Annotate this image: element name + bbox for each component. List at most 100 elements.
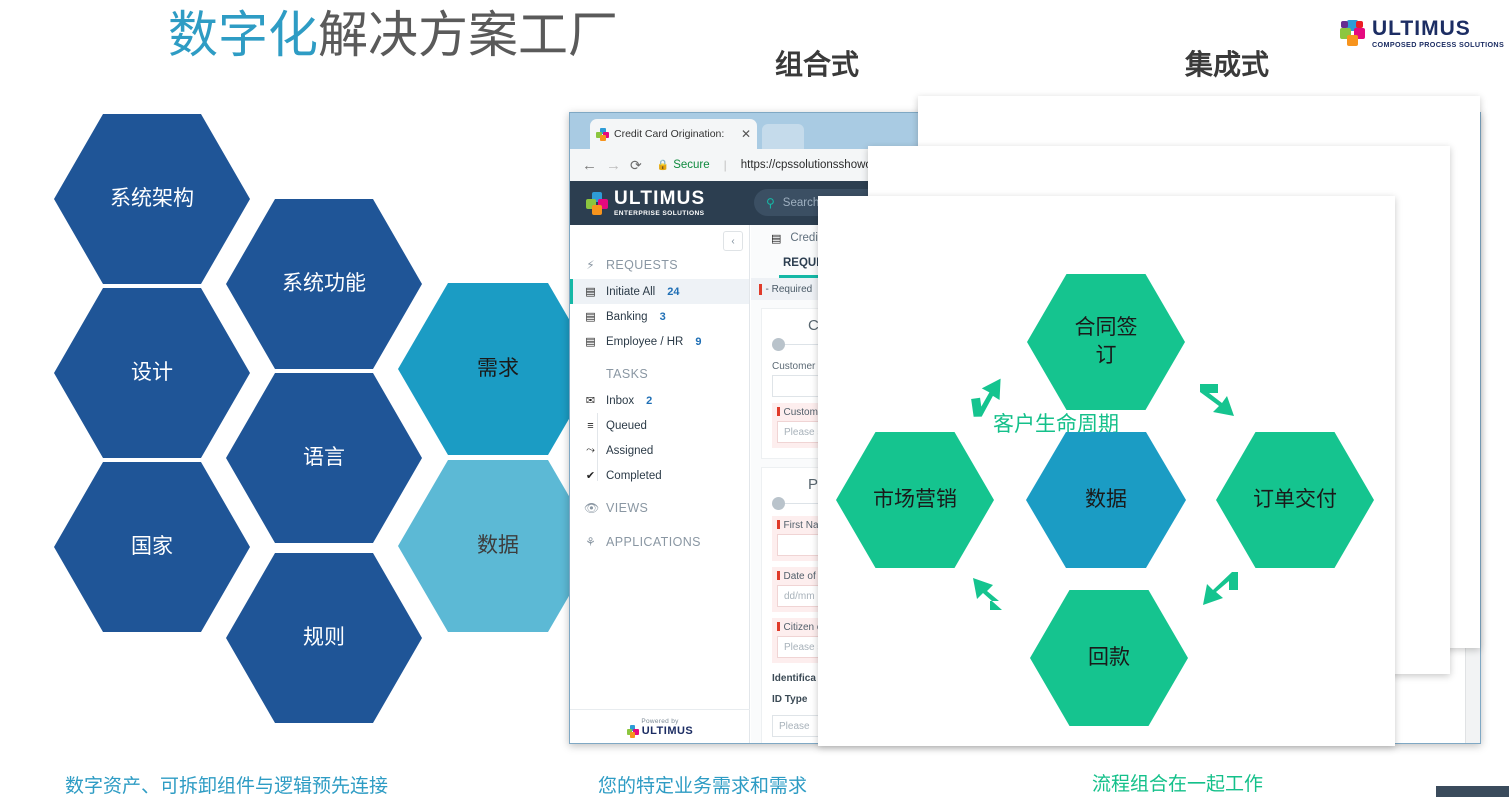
new-tab-button[interactable] [762,124,804,149]
cycle-node-label: 合同签订 [1074,316,1138,367]
collapse-knob-icon [772,497,785,510]
security-label: Secure [673,159,710,171]
required-marker-icon [759,283,762,295]
hex-requirement[interactable]: 需求 [398,283,598,455]
request-icon: ▤ [771,232,782,245]
caption-left: 数字资产、可拆卸组件与逻辑预先连接 [65,776,389,797]
sidebar-item-employee-hr[interactable]: ▤ Employee / HR 9 [570,329,749,354]
cycle-arrow-down-left [1203,572,1238,605]
hex-label: 系统架构 [110,187,194,210]
app-logo: ULTIMUS ENTERPRISE SOLUTIONS [586,189,705,217]
sidebar-item-label: Initiate All [606,285,656,298]
sidebar-collapse-button[interactable]: ‹ [723,231,743,251]
ultimus-cube-icon [626,725,639,738]
close-icon[interactable]: ✕ [741,127,751,141]
assigned-icon: ⤳ [586,444,595,456]
sidebar-section-label: TASKS [606,367,649,381]
sidebar-item-label: Employee / HR [606,335,684,348]
hex-data[interactable]: 数据 [398,460,598,632]
hex-label: 国家 [131,535,173,558]
cycle-arrow-up-right [971,378,1001,417]
bottom-right-accent-bar [1436,786,1509,797]
sidebar-item-label: Inbox [606,394,635,407]
caption-right: 流程组合在一起工作 [1092,774,1264,795]
eye-icon: 👁 [584,501,600,515]
hex-label: 语言 [303,446,345,469]
hex-system-function[interactable]: 系统功能 [226,199,422,369]
cycle-node-label: 回款 [1088,646,1130,669]
cycle-arrow-down-right [1200,384,1234,416]
ultimus-brand-logo: ULTIMUS COMPOSED PROCESS SOLUTIONS [1340,18,1504,48]
field-placeholder: Please s [784,641,823,653]
sidebar-item-count: 24 [667,285,680,298]
footer-brand-name: ULTIMUS [641,725,694,737]
applications-icon: ⚘ [585,535,596,549]
ultimus-cube-icon [1340,20,1366,47]
column-header-composable: 组合式 [775,49,860,80]
sidebar-section-label: REQUESTS [606,258,678,272]
cycle-node-label: 订单交付 [1253,488,1337,511]
forward-icon[interactable]: → [606,157,621,174]
request-icon: ▤ [585,311,596,323]
sidebar-section-applications[interactable]: ⚘ APPLICATIONS [570,528,749,556]
collapse-knob-icon [772,338,785,351]
cycle-node-label: 数据 [1085,488,1127,511]
app-brand-name: ULTIMUS [614,188,706,209]
sidebar-item-count: 2 [646,394,653,407]
required-legend-label: - Required [765,283,813,295]
sidebar-section-requests: ⚡ REQUESTS [570,251,749,279]
app-brand-tagline: ENTERPRISE SOLUTIONS [614,210,705,217]
hex-label: 规则 [303,626,345,649]
security-indicator[interactable]: 🔒 Secure [657,159,710,171]
request-icon: ▤ [585,336,596,348]
sidebar-item-banking[interactable]: ▤ Banking 3 [570,304,749,329]
hex-system-architecture[interactable]: 系统架构 [54,114,250,284]
hex-design[interactable]: 设计 [54,288,250,458]
hex-label: 设计 [131,361,173,384]
favicon-icon [596,127,609,141]
omnibox-separator: | [723,158,727,172]
sidebar-item-label: Queued [606,419,647,432]
sidebar-item-count: 3 [659,310,666,323]
brand-tagline: COMPOSED PROCESS SOLUTIONS [1372,40,1505,49]
page-title-highlight: 数字化 [168,7,318,63]
queued-icon: ≡ [587,419,594,432]
slide-canvas: 数字化解决方案工厂 组合式 集成式 ULTIMUS COMPOSED PROCE… [0,0,1509,797]
inbox-icon: ✉ [585,395,596,407]
powered-by-label: Powered by [641,718,679,725]
hex-language[interactable]: 语言 [226,373,422,543]
sidebar-item-label: Assigned [606,444,654,457]
field-placeholder: Please [779,720,810,732]
browser-tab-title: Credit Card Origination: [614,128,725,140]
cycle-node-label: 市场营销 [873,488,957,511]
cycle-arrow-up-left [973,578,1008,610]
sidebar-divider-rule [597,413,598,481]
sidebar-section-views[interactable]: 👁 VIEWS [570,494,749,522]
sidebar-item-inbox[interactable]: ✉ Inbox 2 [570,388,749,413]
sidebar-item-initiate-all[interactable]: ▤ Initiate All 24 [570,279,749,304]
brand-name: ULTIMUS [1372,17,1471,40]
hex-label: 系统功能 [282,272,366,295]
completed-icon: ✔ [585,470,596,482]
request-icon: ▤ [585,286,596,298]
search-icon: ⚲ [766,195,775,210]
sidebar-item-label: Banking [606,310,648,323]
app-sidebar: ‹ ⚡ REQUESTS ▤ Initiate All 24 ▤ Banking… [570,225,750,743]
bolt-icon: ⚡ [586,258,595,272]
hex-rules[interactable]: 规则 [226,553,422,723]
hex-country[interactable]: 国家 [54,462,250,632]
back-icon[interactable]: ← [582,157,597,174]
hex-label: 需求 [477,357,519,380]
sidebar-section-tasks: TASKS [570,360,749,388]
sidebar-footer: Powered by ULTIMUS [570,709,750,743]
field-placeholder: Please s [784,426,823,438]
column-header-integrated: 集成式 [1185,49,1270,80]
reload-icon[interactable]: ⟳ [630,157,642,174]
lock-icon: 🔒 [656,159,670,171]
field-placeholder: dd/mm [784,590,815,602]
browser-tab[interactable]: Credit Card Origination: ✕ [590,119,757,149]
caption-middle: 您的特定业务需求和需求 [598,776,808,797]
hex-label: 数据 [477,534,519,557]
ultimus-cube-icon [586,191,609,215]
page-title-rest: 解决方案工厂 [318,7,618,63]
